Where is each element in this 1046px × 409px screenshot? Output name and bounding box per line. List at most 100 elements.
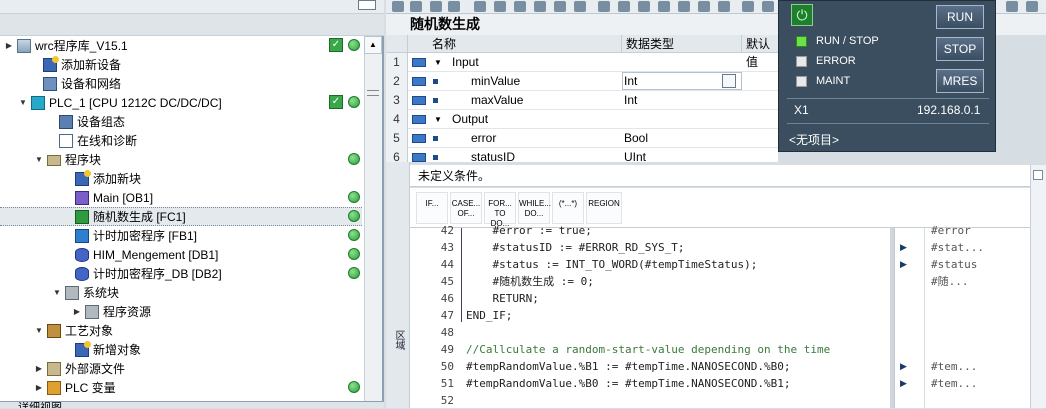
tree-item[interactable]: 计时加密程序 [FB1]	[0, 226, 362, 245]
expand-operand-icon[interactable]: ▶	[900, 378, 908, 389]
run-button[interactable]: RUN	[936, 5, 984, 29]
tree-item[interactable]: 添加新块	[0, 169, 362, 188]
code-line[interactable]: 50 #tempRandomValue.%B1 := #tempTime.NANO…	[410, 358, 890, 375]
datatype-picker-icon[interactable]	[722, 74, 736, 88]
code-line[interactable]: 45 #随机数生成 := 0;	[410, 273, 890, 290]
name-column-header[interactable]: 名称	[408, 35, 622, 53]
toolbar-icon[interactable]	[554, 1, 566, 12]
region-rail-label[interactable]: 区域	[388, 330, 406, 350]
toolbar-icon[interactable]	[1026, 1, 1038, 12]
toolbar-icon[interactable]	[534, 1, 546, 12]
toolbar-icon[interactable]	[410, 1, 422, 12]
tree-item[interactable]: 在线和诊断	[0, 131, 362, 150]
code-line[interactable]: 49 //Callculate a random-start-value depe…	[410, 341, 890, 358]
instruction-button[interactable]: REGION	[586, 192, 622, 224]
code-line[interactable]: 44 #status := INT_TO_WORD(#tempTimeStatu…	[410, 256, 890, 273]
toolbar-icon[interactable]	[598, 1, 610, 12]
toolbar-icon[interactable]	[474, 1, 486, 12]
interface-row[interactable]: 2 minValue Int	[386, 72, 778, 91]
collapse-icon[interactable]: ▼	[34, 326, 44, 335]
power-icon[interactable]: ⏻	[791, 4, 813, 26]
tree-item[interactable]: 设备组态	[0, 112, 362, 131]
tree-item[interactable]: ▶ wrc程序库_V15.1	[0, 36, 362, 55]
interface-row[interactable]: 3 maxValue Int	[386, 91, 778, 110]
toolbar-icon[interactable]	[718, 1, 730, 12]
tree-item[interactable]: ▶ 程序资源	[0, 302, 362, 321]
code-text[interactable]: #statusID := #ERROR_RD_SYS_T;	[466, 239, 684, 256]
code-line[interactable]: 48	[410, 324, 890, 341]
instruction-button[interactable]: CASE... OF...	[450, 192, 482, 224]
toolbar-icon[interactable]	[430, 1, 442, 12]
toolbar-icon[interactable]	[494, 1, 506, 12]
tree-item[interactable]: ▼ 工艺对象	[0, 321, 362, 340]
instruction-button[interactable]: (*...*)	[552, 192, 584, 224]
default-column-header[interactable]: 默认值	[742, 35, 778, 69]
code-line[interactable]: 51 #tempRandomValue.%B0 := #tempTime.NANO…	[410, 375, 890, 392]
toolbar-icon[interactable]	[514, 1, 526, 12]
tree-item[interactable]: 设备和网络	[0, 74, 362, 93]
code-text[interactable]: END_IF;	[466, 307, 512, 324]
code-text[interactable]: #tempRandomValue.%B1 := #tempTime.NANOSE…	[466, 358, 791, 375]
view-toggle-icon[interactable]	[358, 0, 376, 10]
tree-item[interactable]: HIM_Mengement [DB1]	[0, 245, 362, 264]
tree-item[interactable]: ▶ PLC 变量	[0, 378, 362, 397]
parameter-name[interactable]: error	[471, 129, 496, 148]
expand-operand-icon[interactable]: ▶	[900, 259, 908, 270]
expand-icon[interactable]: ▶	[72, 307, 82, 316]
toolbar-icon[interactable]	[1006, 1, 1018, 12]
parameter-datatype[interactable]: Bool	[624, 129, 648, 148]
expand-icon[interactable]: ▶	[34, 364, 44, 373]
collapse-icon[interactable]: ▼	[434, 53, 442, 72]
toolbar-icon[interactable]	[574, 1, 586, 12]
code-line[interactable]: 43 #statusID := #ERROR_RD_SYS_T;	[410, 239, 890, 256]
collapse-icon[interactable]: ▼	[18, 98, 28, 107]
expand-icon[interactable]: ▶	[34, 383, 44, 392]
code-line[interactable]: 52	[410, 392, 890, 409]
code-text[interactable]: #tempRandomValue.%B0 := #tempTime.NANOSE…	[466, 375, 791, 392]
toolbar-icon[interactable]	[618, 1, 630, 12]
parameter-name[interactable]: Input	[452, 53, 479, 72]
tree-item[interactable]: ▼ 系统块	[0, 283, 362, 302]
instruction-button[interactable]: WHILE... DO...	[518, 192, 551, 224]
stop-button[interactable]: STOP	[936, 37, 984, 61]
datatype-column-header[interactable]: 数据类型	[622, 35, 742, 53]
tree-item[interactable]: ▶ 外部源文件	[0, 359, 362, 378]
interface-row[interactable]: 5 error Bool	[386, 129, 778, 148]
code-text[interactable]: #status := INT_TO_WORD(#tempTimeStatus);	[466, 256, 757, 273]
parameter-name[interactable]: minValue	[471, 72, 520, 91]
parameter-name[interactable]: Output	[452, 110, 488, 129]
tree-item[interactable]: 随机数生成 [FC1]	[0, 207, 362, 226]
toolbar-icon[interactable]	[448, 1, 460, 12]
toolbar-icon[interactable]	[698, 1, 710, 12]
details-view-header[interactable]: 详细视图	[0, 401, 384, 408]
scroll-up-icon[interactable]: ▲	[364, 36, 382, 54]
tree-item[interactable]: Main [OB1]	[0, 188, 362, 207]
toolbar-icon[interactable]	[638, 1, 650, 12]
parameter-datatype[interactable]: Int	[624, 91, 637, 110]
instruction-button[interactable]: IF...	[416, 192, 448, 224]
collapse-icon[interactable]: ▼	[434, 110, 442, 129]
toolbar-icon[interactable]	[392, 1, 404, 12]
expand-operand-icon[interactable]: ▶	[900, 361, 908, 372]
collapse-icon[interactable]: ▼	[34, 155, 44, 164]
code-line[interactable]: 46 RETURN;	[410, 290, 890, 307]
interface-row[interactable]: 1 ▼ Input	[386, 53, 778, 72]
code-text[interactable]: #error := true;	[466, 222, 591, 239]
toolbar-icon[interactable]	[742, 1, 754, 12]
toolbar-icon[interactable]	[658, 1, 670, 12]
parameter-name[interactable]: maxValue	[471, 91, 523, 110]
code-text[interactable]: //Callculate a random-start-value depend…	[466, 341, 830, 358]
expand-icon[interactable]	[1033, 170, 1043, 180]
tree-item[interactable]: 新增对象	[0, 340, 362, 359]
tree-item[interactable]: 计时加密程序_DB [DB2]	[0, 264, 362, 283]
tree-item[interactable]: 添加新设备	[0, 55, 362, 74]
code-line[interactable]: 47 END_IF;	[410, 307, 890, 324]
interface-row[interactable]: 4 ▼ Output	[386, 110, 778, 129]
tree-item[interactable]: ▼ PLC_1 [CPU 1212C DC/DC/DC]	[0, 93, 362, 112]
instruction-button[interactable]: FOR... TO DO...	[484, 192, 516, 228]
code-line[interactable]: 42 #error := true;	[410, 222, 890, 239]
expand-icon[interactable]: ▶	[4, 41, 14, 50]
tree-item[interactable]: ▼ 程序块	[0, 150, 362, 169]
code-text[interactable]: RETURN;	[466, 290, 538, 307]
toolbar-icon[interactable]	[678, 1, 690, 12]
